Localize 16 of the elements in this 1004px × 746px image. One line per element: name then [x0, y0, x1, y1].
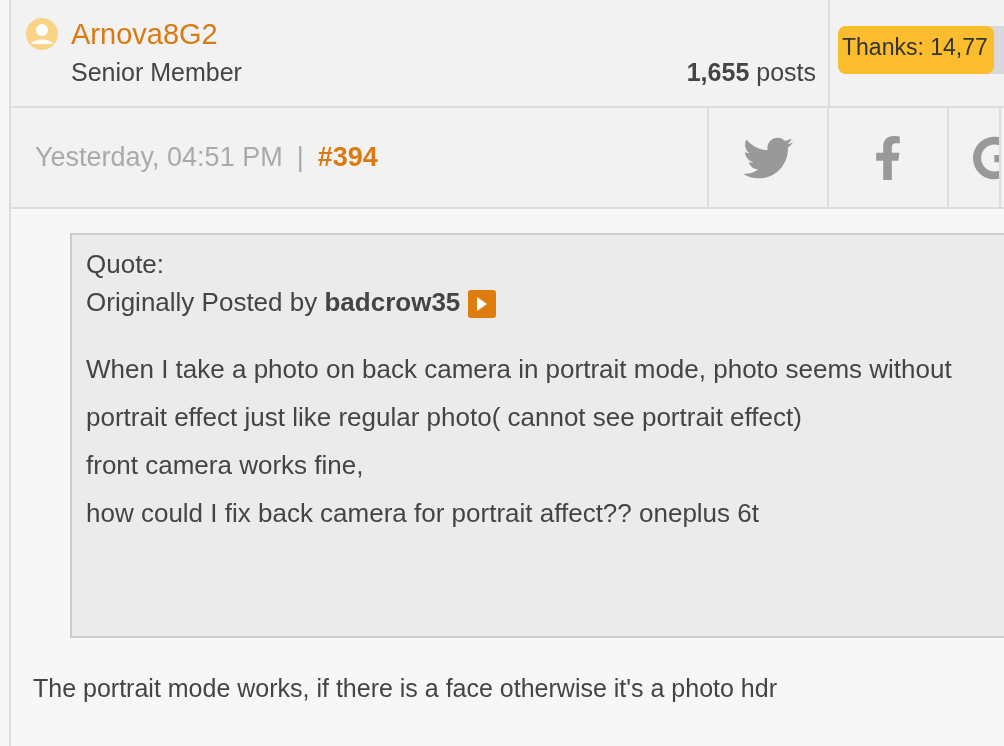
quote-attribution: Originally Posted by badcrow35: [86, 287, 461, 317]
post-number-link[interactable]: #394: [317, 142, 378, 173]
quote-text: When I take a photo on back camera in portrait mode, photo seems without portrait effect just like regular photo( cannot see portrait effect): [86, 353, 953, 434]
quote-text: how could I fix back camera for portrait affect?? oneplus 6t: [86, 497, 760, 530]
post-time: Yesterday, 04:51 PM: [35, 142, 283, 173]
username-link[interactable]: Arnova8G2: [71, 17, 675, 51]
quote-heading: Quote:: [86, 248, 166, 281]
thanks-count: Thanks: 14,77: [841, 33, 989, 62]
play-icon: [477, 297, 488, 312]
separator: |: [296, 142, 304, 173]
view-post-button[interactable]: [468, 290, 497, 319]
post-count: 1,655 posts: [686, 57, 816, 87]
avatar-icon: [25, 17, 59, 52]
member-rank: Senior Member: [71, 57, 243, 87]
post-text: The portrait mode works, if there is a face otherwise it's a photo hdr: [33, 674, 778, 703]
quote-text: front camera works fine,: [86, 449, 365, 482]
